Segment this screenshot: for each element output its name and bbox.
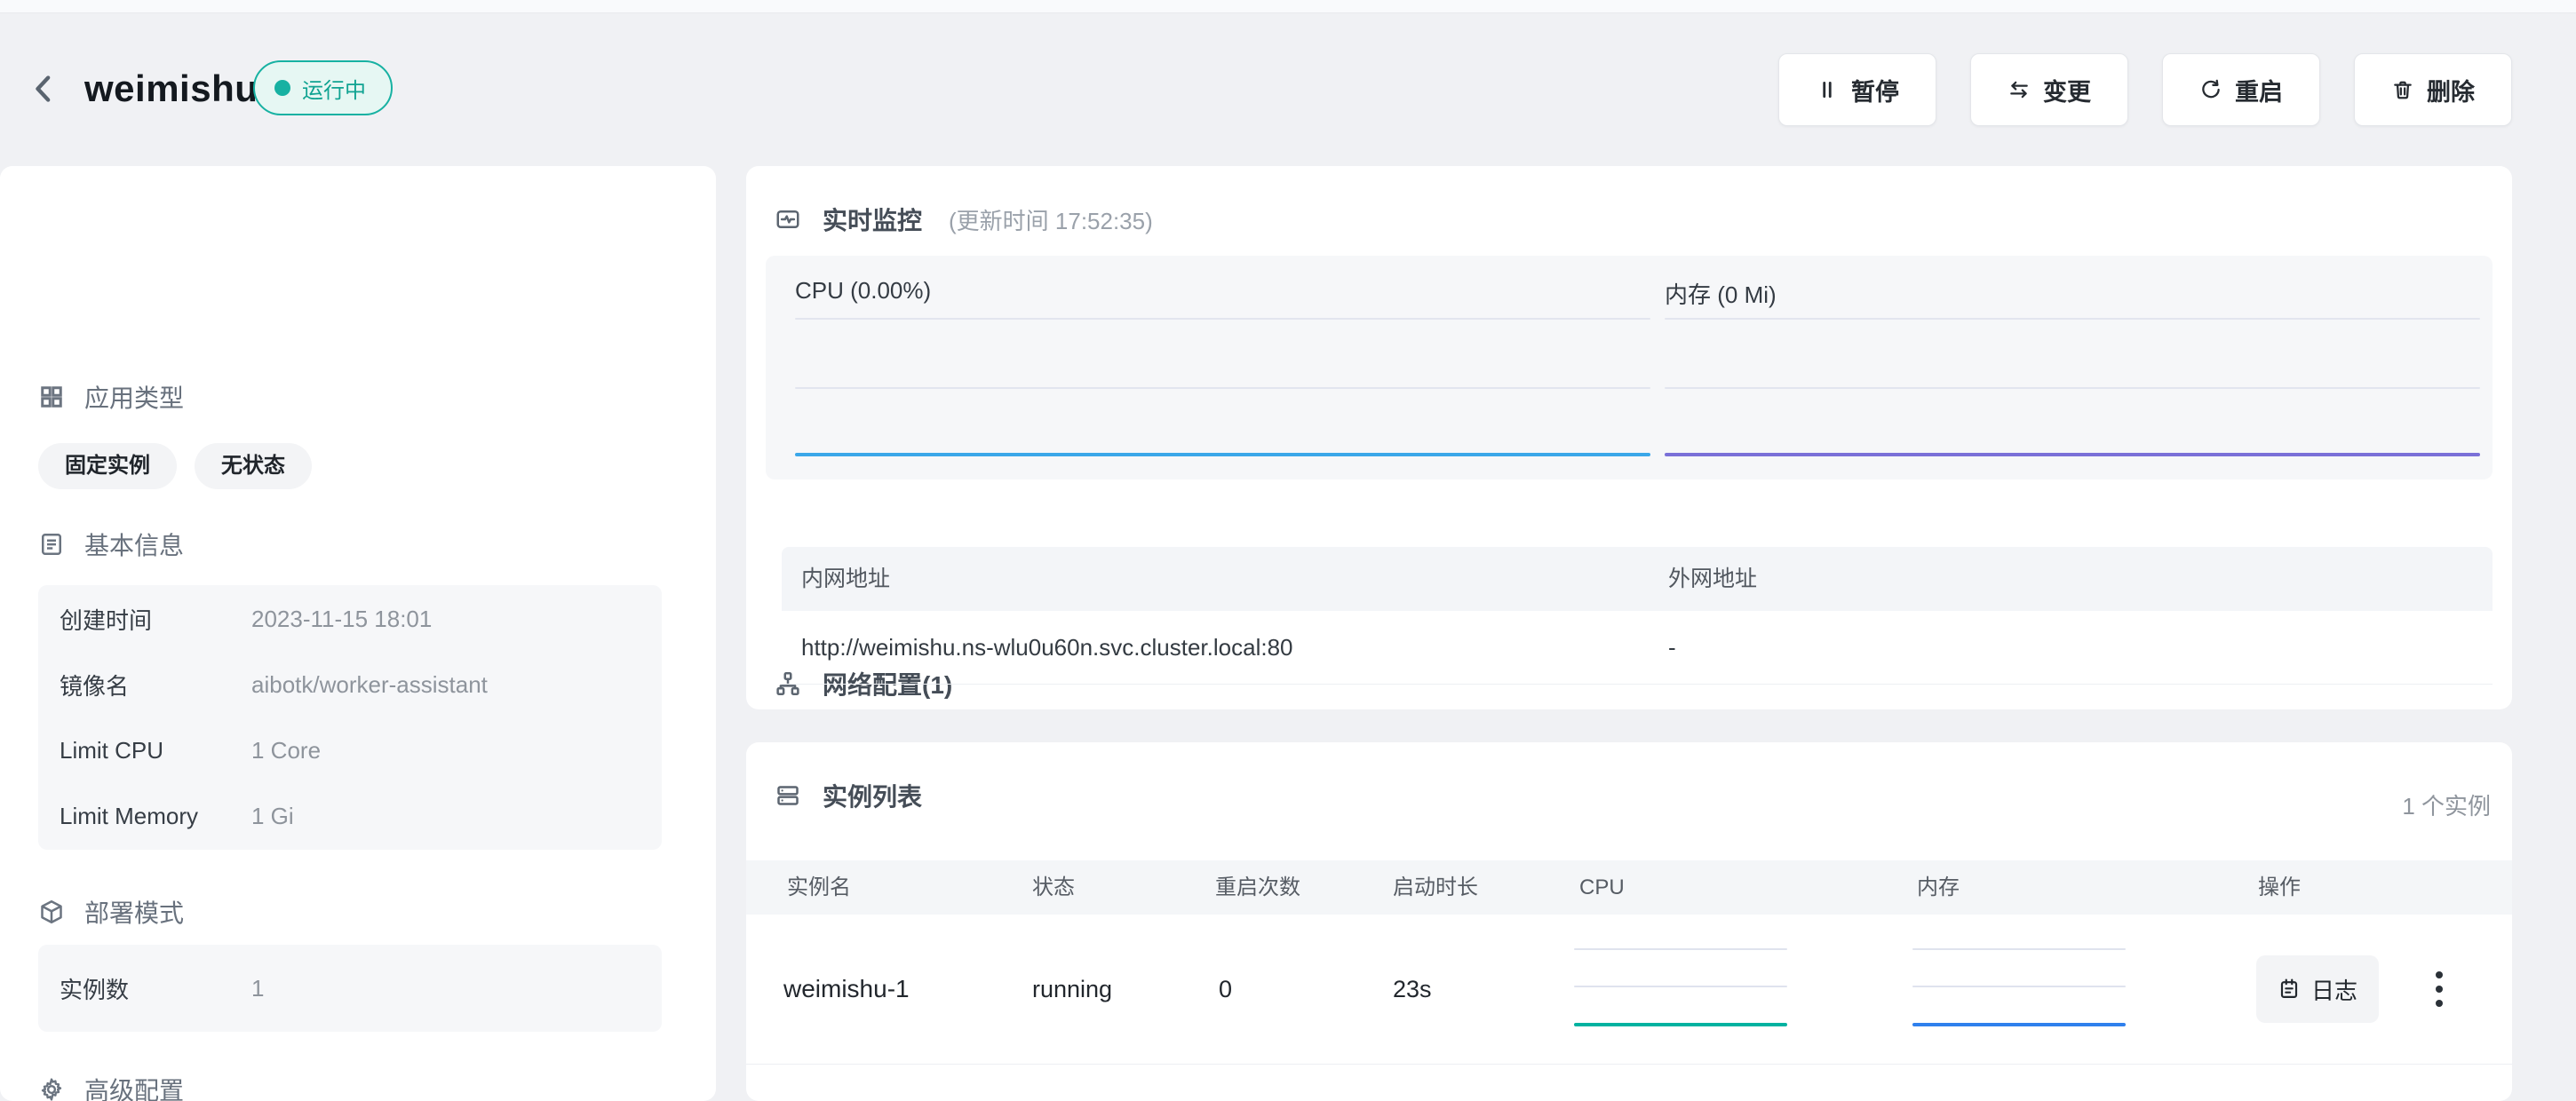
monitoring-chart-panel: CPU (0.00%) 内存 (0 Mi) [766, 256, 2493, 479]
monitoring-update-time: (更新时间 17:52:35) [949, 203, 1153, 236]
section-deploy-mode: 部署模式 [38, 894, 184, 930]
pause-button[interactable]: 暂停 [1778, 53, 1936, 126]
col-actions: 操作 [2258, 860, 2301, 915]
monitoring-network-card: 实时监控 (更新时间 17:52:35) CPU (0.00%) 内存 (0 M… [746, 166, 2512, 709]
instance-list-card: 实例列表 1 个实例 实例名 状态 重启次数 启动时长 CPU 内存 操作 we… [746, 742, 2512, 1101]
info-label: 实例数 [60, 972, 251, 1005]
col-instance-name: 实例名 [787, 860, 851, 915]
log-button[interactable]: 日志 [2256, 955, 2379, 1023]
monitor-pulse-icon [775, 206, 801, 233]
instance-count: 1 个实例 [2402, 788, 2491, 821]
cube-icon [38, 899, 65, 925]
info-row-image-name: 镜像名 aibotk/worker-assistant [38, 652, 662, 717]
memory-gridline [1665, 387, 2480, 389]
top-strip [0, 0, 2576, 13]
section-title: 高级配置 [84, 1072, 184, 1101]
sidebar-card: 应用类型 固定实例 无状态 基本信息 创建时间 2023-11-15 18:01… [0, 166, 716, 1101]
instance-name: weimishu-1 [783, 915, 910, 1064]
col-uptime: 启动时长 [1393, 860, 1478, 915]
kebab-menu-icon[interactable] [2420, 962, 2459, 1016]
chevron-left-icon [27, 71, 62, 107]
col-external-address: 外网地址 [1668, 547, 1757, 611]
deploy-mode-panel: 实例数 1 [38, 945, 662, 1032]
change-button[interactable]: 变更 [1970, 53, 2128, 126]
col-memory: 内存 [1917, 860, 1960, 915]
cpu-chart-label: CPU (0.00%) [795, 277, 931, 305]
info-value: 2023-11-15 18:01 [251, 606, 432, 633]
delete-label: 删除 [2427, 73, 2475, 107]
memory-chart-label: 内存 (0 Mi) [1665, 277, 1777, 310]
section-title: 基本信息 [84, 527, 184, 562]
section-app-type: 应用类型 [38, 379, 184, 415]
section-basic-info: 基本信息 [38, 527, 184, 562]
info-label: 创建时间 [60, 603, 251, 636]
page-title: weimishu [84, 67, 258, 111]
info-row-create-time: 创建时间 2023-11-15 18:01 [38, 586, 662, 652]
section-title: 应用类型 [84, 379, 184, 415]
info-value: aibotk/worker-assistant [251, 671, 488, 699]
document-icon [38, 531, 65, 558]
cpu-gridline [795, 387, 1650, 389]
app-detail-screen: weimishu 运行中 暂停 变更 重启 删除 应用类型 [0, 0, 2576, 1101]
info-value: 1 [251, 975, 264, 1002]
gear-icon [38, 1076, 65, 1101]
tag-fixed-instance: 固定实例 [38, 443, 177, 489]
instance-status: running [1032, 915, 1112, 1064]
info-row-limit-memory: Limit Memory 1 Gi [38, 783, 662, 849]
delete-button[interactable]: 删除 [2354, 53, 2512, 126]
status-dot-icon [274, 80, 290, 96]
monitoring-header: 实时监控 (更新时间 17:52:35) [775, 202, 1153, 237]
basic-info-panel: 创建时间 2023-11-15 18:01 镜像名 aibotk/worker-… [38, 585, 662, 850]
restart-button[interactable]: 重启 [2162, 53, 2320, 126]
memory-gridline [1665, 318, 2480, 320]
instance-list-title: 实例列表 [823, 778, 922, 813]
instance-table-row: weimishu-1 running 0 23s 日志 [746, 915, 2512, 1065]
cpu-chart-line [795, 453, 1650, 456]
info-value: 1 Core [251, 737, 321, 764]
network-table-row: http://weimishu.ns-wlu0u60n.svc.cluster.… [782, 611, 2493, 685]
pause-label: 暂停 [1851, 73, 1899, 107]
col-status: 状态 [1032, 860, 1075, 915]
monitoring-title: 实时监控 [823, 202, 922, 237]
internal-address-value[interactable]: http://weimishu.ns-wlu0u60n.svc.cluster.… [801, 611, 1293, 684]
swap-icon [2008, 78, 2031, 101]
back-button[interactable] [23, 67, 66, 110]
log-icon [2278, 978, 2301, 1001]
section-advanced-config: 高级配置 [38, 1072, 184, 1101]
restart-icon [2199, 78, 2222, 101]
cpu-gridline [795, 318, 1650, 320]
info-value: 1 Gi [251, 803, 294, 830]
app-type-tags: 固定实例 无状态 [38, 443, 312, 489]
info-label: Limit CPU [60, 737, 251, 764]
tag-stateless: 无状态 [195, 443, 312, 489]
server-stack-icon [775, 782, 801, 809]
grid-icon [38, 384, 65, 410]
info-row-limit-cpu: Limit CPU 1 Core [38, 717, 662, 783]
instance-list-header: 实例列表 [775, 778, 922, 813]
info-label: 镜像名 [60, 669, 251, 701]
change-label: 变更 [2043, 73, 2091, 107]
trash-icon [2391, 78, 2414, 101]
network-table-header: 内网地址 外网地址 [782, 547, 2493, 611]
col-internal-address: 内网地址 [801, 547, 890, 611]
memory-chart-line [1665, 453, 2480, 456]
log-label: 日志 [2311, 973, 2357, 1006]
info-label: Limit Memory [60, 803, 251, 830]
section-title: 部署模式 [84, 894, 184, 930]
instance-uptime: 23s [1393, 915, 1432, 1064]
info-row-replicas: 实例数 1 [38, 945, 662, 1032]
external-address-value: - [1668, 611, 1676, 684]
status-label: 运行中 [302, 73, 366, 104]
restart-label: 重启 [2235, 73, 2283, 107]
pause-icon [1816, 78, 1839, 101]
status-badge: 运行中 [253, 60, 393, 115]
instance-restarts: 0 [1219, 915, 1232, 1064]
col-cpu: CPU [1579, 860, 1625, 915]
col-restarts: 重启次数 [1215, 860, 1300, 915]
instance-table-header: 实例名 状态 重启次数 启动时长 CPU 内存 操作 [746, 860, 2512, 915]
